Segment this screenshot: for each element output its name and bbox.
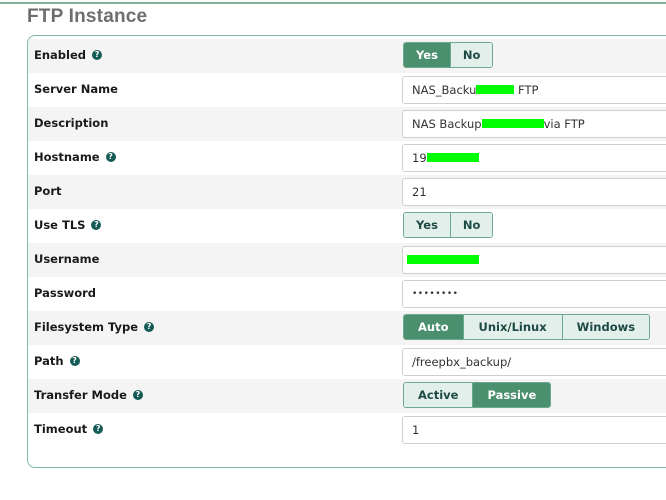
row-server-name: Server Name NAS_Backu FTP [28, 73, 666, 107]
transfer-mode-label: Transfer Mode ? [34, 388, 143, 402]
password-input[interactable]: •••••••• [402, 280, 666, 308]
enabled-toggle: Yes No [403, 42, 494, 68]
redaction-mark [481, 119, 544, 128]
row-username: Username [28, 243, 666, 277]
row-description: Description NAS Backup via FTP [28, 107, 666, 141]
redaction-mark [426, 153, 479, 162]
transfer-active-button[interactable]: Active [404, 383, 474, 407]
help-icon[interactable]: ? [93, 424, 104, 434]
transfer-passive-button[interactable]: Passive [473, 383, 551, 407]
help-icon[interactable]: ? [144, 322, 155, 332]
help-icon[interactable]: ? [69, 356, 80, 366]
help-icon[interactable]: ? [105, 152, 116, 162]
row-path: Path ? /freepbx_backup/ [28, 345, 666, 379]
timeout-input[interactable]: 1 [402, 416, 666, 444]
path-input[interactable]: /freepbx_backup/ [402, 348, 666, 376]
server-name-input[interactable]: NAS_Backu FTP [402, 76, 666, 104]
row-use-tls: Use TLS ? Yes No [28, 209, 666, 243]
port-label: Port [34, 184, 62, 198]
server-name-label: Server Name [34, 82, 118, 96]
header-divider [0, 2, 666, 4]
help-icon[interactable]: ? [132, 390, 143, 400]
ftp-instance-panel: Enabled ? Yes No Server Name NAS_Backu F… [27, 35, 666, 468]
hostname-input[interactable]: 19 [402, 144, 666, 172]
use-tls-yes-button[interactable]: Yes [404, 213, 451, 237]
transfer-mode-toggle: Active Passive [403, 382, 552, 408]
row-timeout: Timeout ? 1 [28, 413, 666, 447]
port-input[interactable]: 21 [402, 178, 666, 206]
filesystem-type-toggle: Auto Unix/Linux Windows [403, 314, 651, 340]
use-tls-toggle: Yes No [403, 212, 494, 238]
row-password: Password •••••••• [28, 277, 666, 311]
enabled-yes-button[interactable]: Yes [404, 43, 451, 67]
use-tls-label: Use TLS ? [34, 218, 102, 232]
enabled-no-button[interactable]: No [450, 43, 493, 67]
row-transfer-mode: Transfer Mode ? Active Passive [28, 379, 666, 413]
description-input[interactable]: NAS Backup via FTP [402, 110, 666, 138]
hostname-label: Hostname ? [34, 150, 116, 164]
password-label: Password [34, 286, 96, 300]
row-port: Port 21 [28, 175, 666, 209]
help-icon[interactable]: ? [92, 50, 103, 60]
row-filesystem-type: Filesystem Type ? Auto Unix/Linux Window… [28, 311, 666, 345]
filesystem-unix-button[interactable]: Unix/Linux [463, 315, 563, 339]
enabled-label: Enabled ? [34, 48, 103, 62]
use-tls-no-button[interactable]: No [450, 213, 493, 237]
row-hostname: Hostname ? 19 [28, 141, 666, 175]
description-label: Description [34, 116, 109, 130]
redaction-mark [476, 85, 515, 94]
filesystem-auto-button[interactable]: Auto [404, 315, 464, 339]
redaction-mark [407, 255, 479, 264]
row-enabled: Enabled ? Yes No [28, 39, 666, 73]
filesystem-windows-button[interactable]: Windows [562, 315, 650, 339]
filesystem-type-label: Filesystem Type ? [34, 320, 155, 334]
username-input[interactable] [402, 246, 666, 274]
page-title: FTP Instance [27, 6, 148, 27]
username-label: Username [34, 252, 100, 266]
help-icon[interactable]: ? [91, 220, 102, 230]
timeout-label: Timeout ? [34, 422, 104, 436]
path-label: Path ? [34, 354, 80, 368]
